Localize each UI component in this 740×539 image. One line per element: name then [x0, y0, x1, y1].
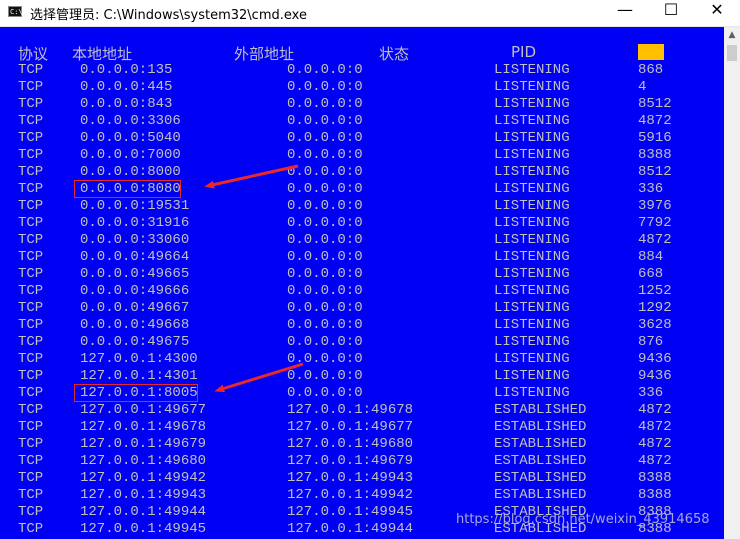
close-icon: ✕ — [710, 0, 724, 19]
cmd-app-icon[interactable]: C:\ — [8, 6, 23, 17]
annotation-layer — [204, 164, 304, 393]
annotation-arrow — [214, 362, 304, 393]
minimize-icon: — — [617, 0, 633, 19]
scroll-up-arrow-icon[interactable]: ▲ — [724, 27, 740, 43]
maximize-icon: ☐ — [663, 0, 679, 19]
window-title: 选择管理员: C:\Windows\system32\cmd.exe — [30, 8, 307, 23]
scroll-thumb[interactable] — [727, 45, 737, 61]
annotation-arrow — [204, 164, 299, 189]
title-bar[interactable]: C:\ 选择管理员: C:\Windows\system32\cmd.exe —… — [0, 0, 740, 27]
maximize-button[interactable]: ☐ — [648, 0, 694, 26]
watermark: https://blog.csdn.net/weixin_43914658 — [456, 512, 710, 527]
console-output[interactable]: 协议 本地地址 外部地址 状态 PID TCP 0.0.0.0:135 0.0.0.… — [0, 27, 724, 539]
close-button[interactable]: ✕ — [694, 0, 740, 26]
vertical-scrollbar[interactable]: ▲ — [724, 27, 740, 539]
minimize-button[interactable]: — — [602, 0, 648, 26]
